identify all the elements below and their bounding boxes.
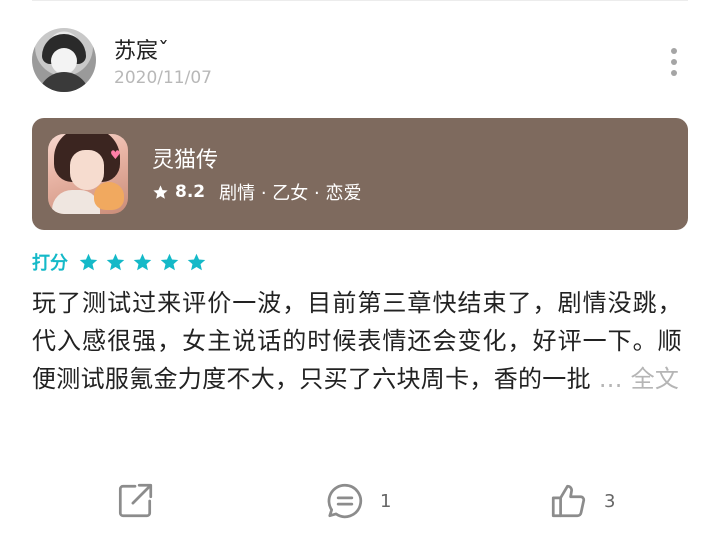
score-star-icon: [160, 253, 179, 270]
game-title: 灵猫传: [152, 148, 219, 173]
share-button[interactable]: [114, 475, 156, 527]
star-rating: [78, 252, 207, 273]
review-ellipsis: ...: [598, 365, 623, 393]
like-button[interactable]: 3: [548, 475, 615, 527]
game-card[interactable]: ♥ 灵猫传 8.2 剧情 · 乙女 · 恋爱: [32, 118, 688, 230]
author-name[interactable]: 苏宸ˇ: [114, 33, 169, 65]
review-text: 玩了测试过来评价一波，目前第三章快结束了，剧情没跳，代入感很强，女主说话的时候表…: [32, 289, 682, 393]
full-text-link[interactable]: 全文: [631, 365, 680, 393]
score-star-icon: [187, 253, 206, 270]
game-meta: 8.2 剧情 · 乙女 · 恋爱: [152, 180, 361, 204]
review-date: 2020/11/07: [114, 68, 212, 88]
score-star-icon: [133, 253, 152, 270]
top-divider: [32, 0, 688, 1]
comment-icon: [327, 483, 363, 519]
rating-star-icon: [153, 184, 168, 199]
more-options-icon[interactable]: [670, 48, 678, 76]
score-row: 打分: [32, 248, 207, 276]
comment-count: 1: [380, 490, 392, 512]
review-header: 苏宸ˇ 2020/11/07: [32, 28, 688, 98]
comment-button[interactable]: 1: [324, 475, 391, 527]
review-text-block: 玩了测试过来评价一波，目前第三章快结束了，剧情没跳，代入感很强，女主说话的时候表…: [32, 284, 682, 398]
share-icon: [118, 483, 153, 518]
game-rating: 8.2: [175, 182, 206, 202]
like-count: 3: [604, 490, 616, 512]
score-label: 打分: [32, 253, 68, 274]
game-tags: 剧情 · 乙女 · 恋爱: [219, 183, 362, 204]
avatar[interactable]: [32, 28, 96, 92]
game-icon: ♥: [48, 134, 128, 214]
thumbs-up-icon: [551, 484, 586, 518]
score-star-icon: [79, 253, 98, 270]
score-star-icon: [106, 253, 125, 270]
action-bar: 1 3: [0, 475, 720, 527]
